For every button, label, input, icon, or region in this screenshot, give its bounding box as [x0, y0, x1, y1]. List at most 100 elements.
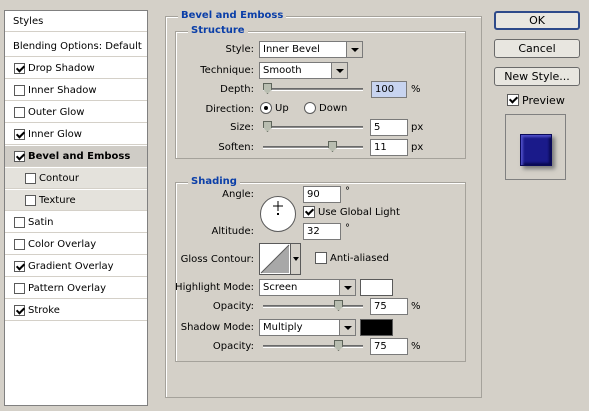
style-item-color-overlay[interactable]: Color Overlay — [5, 234, 147, 255]
style-item-label: Texture — [39, 194, 76, 206]
crosshair-icon — [273, 201, 283, 215]
outer-glow-checkbox[interactable] — [14, 106, 25, 118]
shadow-mode-select[interactable]: Multiply — [259, 319, 356, 336]
color-overlay-checkbox[interactable] — [14, 238, 25, 250]
preview-label[interactable]: Preview — [522, 94, 565, 107]
preview-swatch — [520, 134, 552, 166]
direction-up-label[interactable]: Up — [275, 103, 289, 114]
depth-unit: % — [411, 84, 421, 95]
style-item-contour[interactable]: Contour — [5, 168, 147, 189]
cancel-button[interactable]: Cancel — [494, 39, 580, 58]
anti-aliased-label[interactable]: Anti-aliased — [330, 253, 389, 264]
shadow-mode-label: Shadow Mode: — [180, 322, 254, 333]
style-select[interactable]: Inner Bevel — [259, 41, 363, 58]
size-unit: px — [411, 122, 424, 133]
highlight-mode-label: Highlight Mode: — [175, 282, 254, 293]
pattern-overlay-checkbox[interactable] — [14, 282, 25, 294]
style-item-inner-shadow[interactable]: Inner Shadow — [5, 80, 147, 101]
style-item-texture[interactable]: Texture — [5, 190, 147, 211]
style-item-label: Stroke — [28, 304, 60, 316]
depth-label: Depth: — [220, 84, 254, 95]
style-item-label: Pattern Overlay — [28, 282, 107, 294]
style-item-label: Inner Glow — [28, 128, 82, 140]
direction-down-radio[interactable] — [304, 102, 316, 114]
altitude-input[interactable]: 32 — [303, 223, 341, 240]
chevron-down-icon[interactable] — [331, 63, 347, 78]
style-select-value: Inner Bevel — [263, 44, 320, 55]
depth-slider-track[interactable] — [263, 88, 363, 91]
stroke-checkbox[interactable] — [14, 304, 25, 316]
style-item-label: Outer Glow — [28, 106, 85, 118]
style-item-bevel-and-emboss[interactable]: Bevel and Emboss — [5, 146, 147, 167]
style-item-label: Contour — [39, 172, 79, 184]
gloss-contour-picker[interactable] — [259, 243, 301, 275]
style-item-label: Blending Options: Default — [13, 40, 142, 52]
preview-checkbox[interactable] — [507, 94, 519, 106]
size-label: Size: — [230, 122, 254, 133]
preview-box — [505, 114, 566, 180]
shadow-opacity-input[interactable]: 75 — [370, 338, 408, 355]
style-item-gradient-overlay[interactable]: Gradient Overlay — [5, 256, 147, 277]
highlight-opacity-slider-track[interactable] — [263, 305, 363, 308]
highlight-mode-select[interactable]: Screen — [259, 279, 356, 296]
anti-aliased-checkbox[interactable] — [315, 252, 327, 264]
styles-header[interactable]: Styles — [5, 11, 147, 32]
use-global-light-label[interactable]: Use Global Light — [318, 207, 400, 218]
style-label: Style: — [225, 44, 255, 55]
altitude-label: Altitude: — [211, 226, 254, 237]
soften-slider-track[interactable] — [263, 146, 363, 149]
highlight-opacity-label: Opacity: — [212, 301, 254, 312]
depth-input[interactable]: 100 — [371, 81, 407, 98]
style-item-satin[interactable]: Satin — [5, 212, 147, 233]
soften-input[interactable]: 11 — [370, 139, 408, 156]
shadow-color-swatch[interactable] — [360, 319, 393, 336]
style-item-label: Inner Shadow — [28, 84, 97, 96]
soften-unit: px — [411, 142, 424, 153]
highlight-opacity-input[interactable]: 75 — [370, 298, 408, 315]
size-slider-track[interactable] — [263, 126, 363, 129]
style-item-inner-glow[interactable]: Inner Glow — [5, 124, 147, 145]
style-item-pattern-overlay[interactable]: Pattern Overlay — [5, 278, 147, 299]
bevel-and-emboss-checkbox[interactable] — [14, 150, 25, 162]
use-global-light-checkbox[interactable] — [303, 206, 315, 218]
soften-label: Soften: — [218, 142, 254, 153]
chevron-down-icon[interactable] — [339, 320, 355, 335]
satin-checkbox[interactable] — [14, 216, 25, 228]
style-item-stroke[interactable]: Stroke — [5, 300, 147, 321]
style-item-blending-options[interactable]: Blending Options: Default — [5, 36, 147, 57]
gloss-contour-label: Gloss Contour: — [180, 254, 254, 265]
style-item-outer-glow[interactable]: Outer Glow — [5, 102, 147, 123]
bevel-emboss-title: Bevel and Emboss — [178, 10, 287, 21]
inner-shadow-checkbox[interactable] — [14, 84, 25, 96]
ok-button[interactable]: OK — [494, 11, 580, 30]
style-item-label: Satin — [28, 216, 54, 228]
direction-down-label[interactable]: Down — [319, 103, 347, 114]
direction-up-radio[interactable] — [260, 102, 272, 114]
direction-label: Direction: — [205, 104, 254, 115]
contour-checkbox[interactable] — [25, 172, 36, 184]
shadow-opacity-slider-track[interactable] — [263, 345, 363, 348]
gradient-overlay-checkbox[interactable] — [14, 260, 25, 272]
inner-glow-checkbox[interactable] — [14, 128, 25, 140]
altitude-unit: ° — [345, 223, 350, 234]
highlight-color-swatch[interactable] — [360, 279, 393, 296]
shadow-opacity-label: Opacity: — [212, 341, 254, 352]
chevron-down-icon[interactable] — [290, 244, 300, 274]
contour-curve-icon — [260, 244, 290, 274]
texture-checkbox[interactable] — [25, 194, 36, 206]
angle-input[interactable]: 90 — [303, 186, 341, 203]
chevron-down-icon[interactable] — [346, 42, 362, 57]
style-item-label: Bevel and Emboss — [28, 150, 131, 162]
structure-title: Structure — [188, 25, 248, 36]
style-item-drop-shadow[interactable]: Drop Shadow — [5, 58, 147, 79]
technique-select[interactable]: Smooth — [259, 62, 348, 79]
angle-dial[interactable] — [260, 196, 296, 232]
drop-shadow-checkbox[interactable] — [14, 62, 25, 74]
size-input[interactable]: 5 — [370, 119, 408, 136]
styles-header-label: Styles — [13, 15, 44, 27]
chevron-down-icon[interactable] — [339, 280, 355, 295]
shadow-opacity-unit: % — [411, 341, 421, 352]
styles-list: Styles Blending Options: Default Drop Sh… — [4, 10, 148, 406]
angle-label: Angle: — [222, 189, 254, 200]
new-style-button[interactable]: New Style... — [494, 67, 580, 86]
